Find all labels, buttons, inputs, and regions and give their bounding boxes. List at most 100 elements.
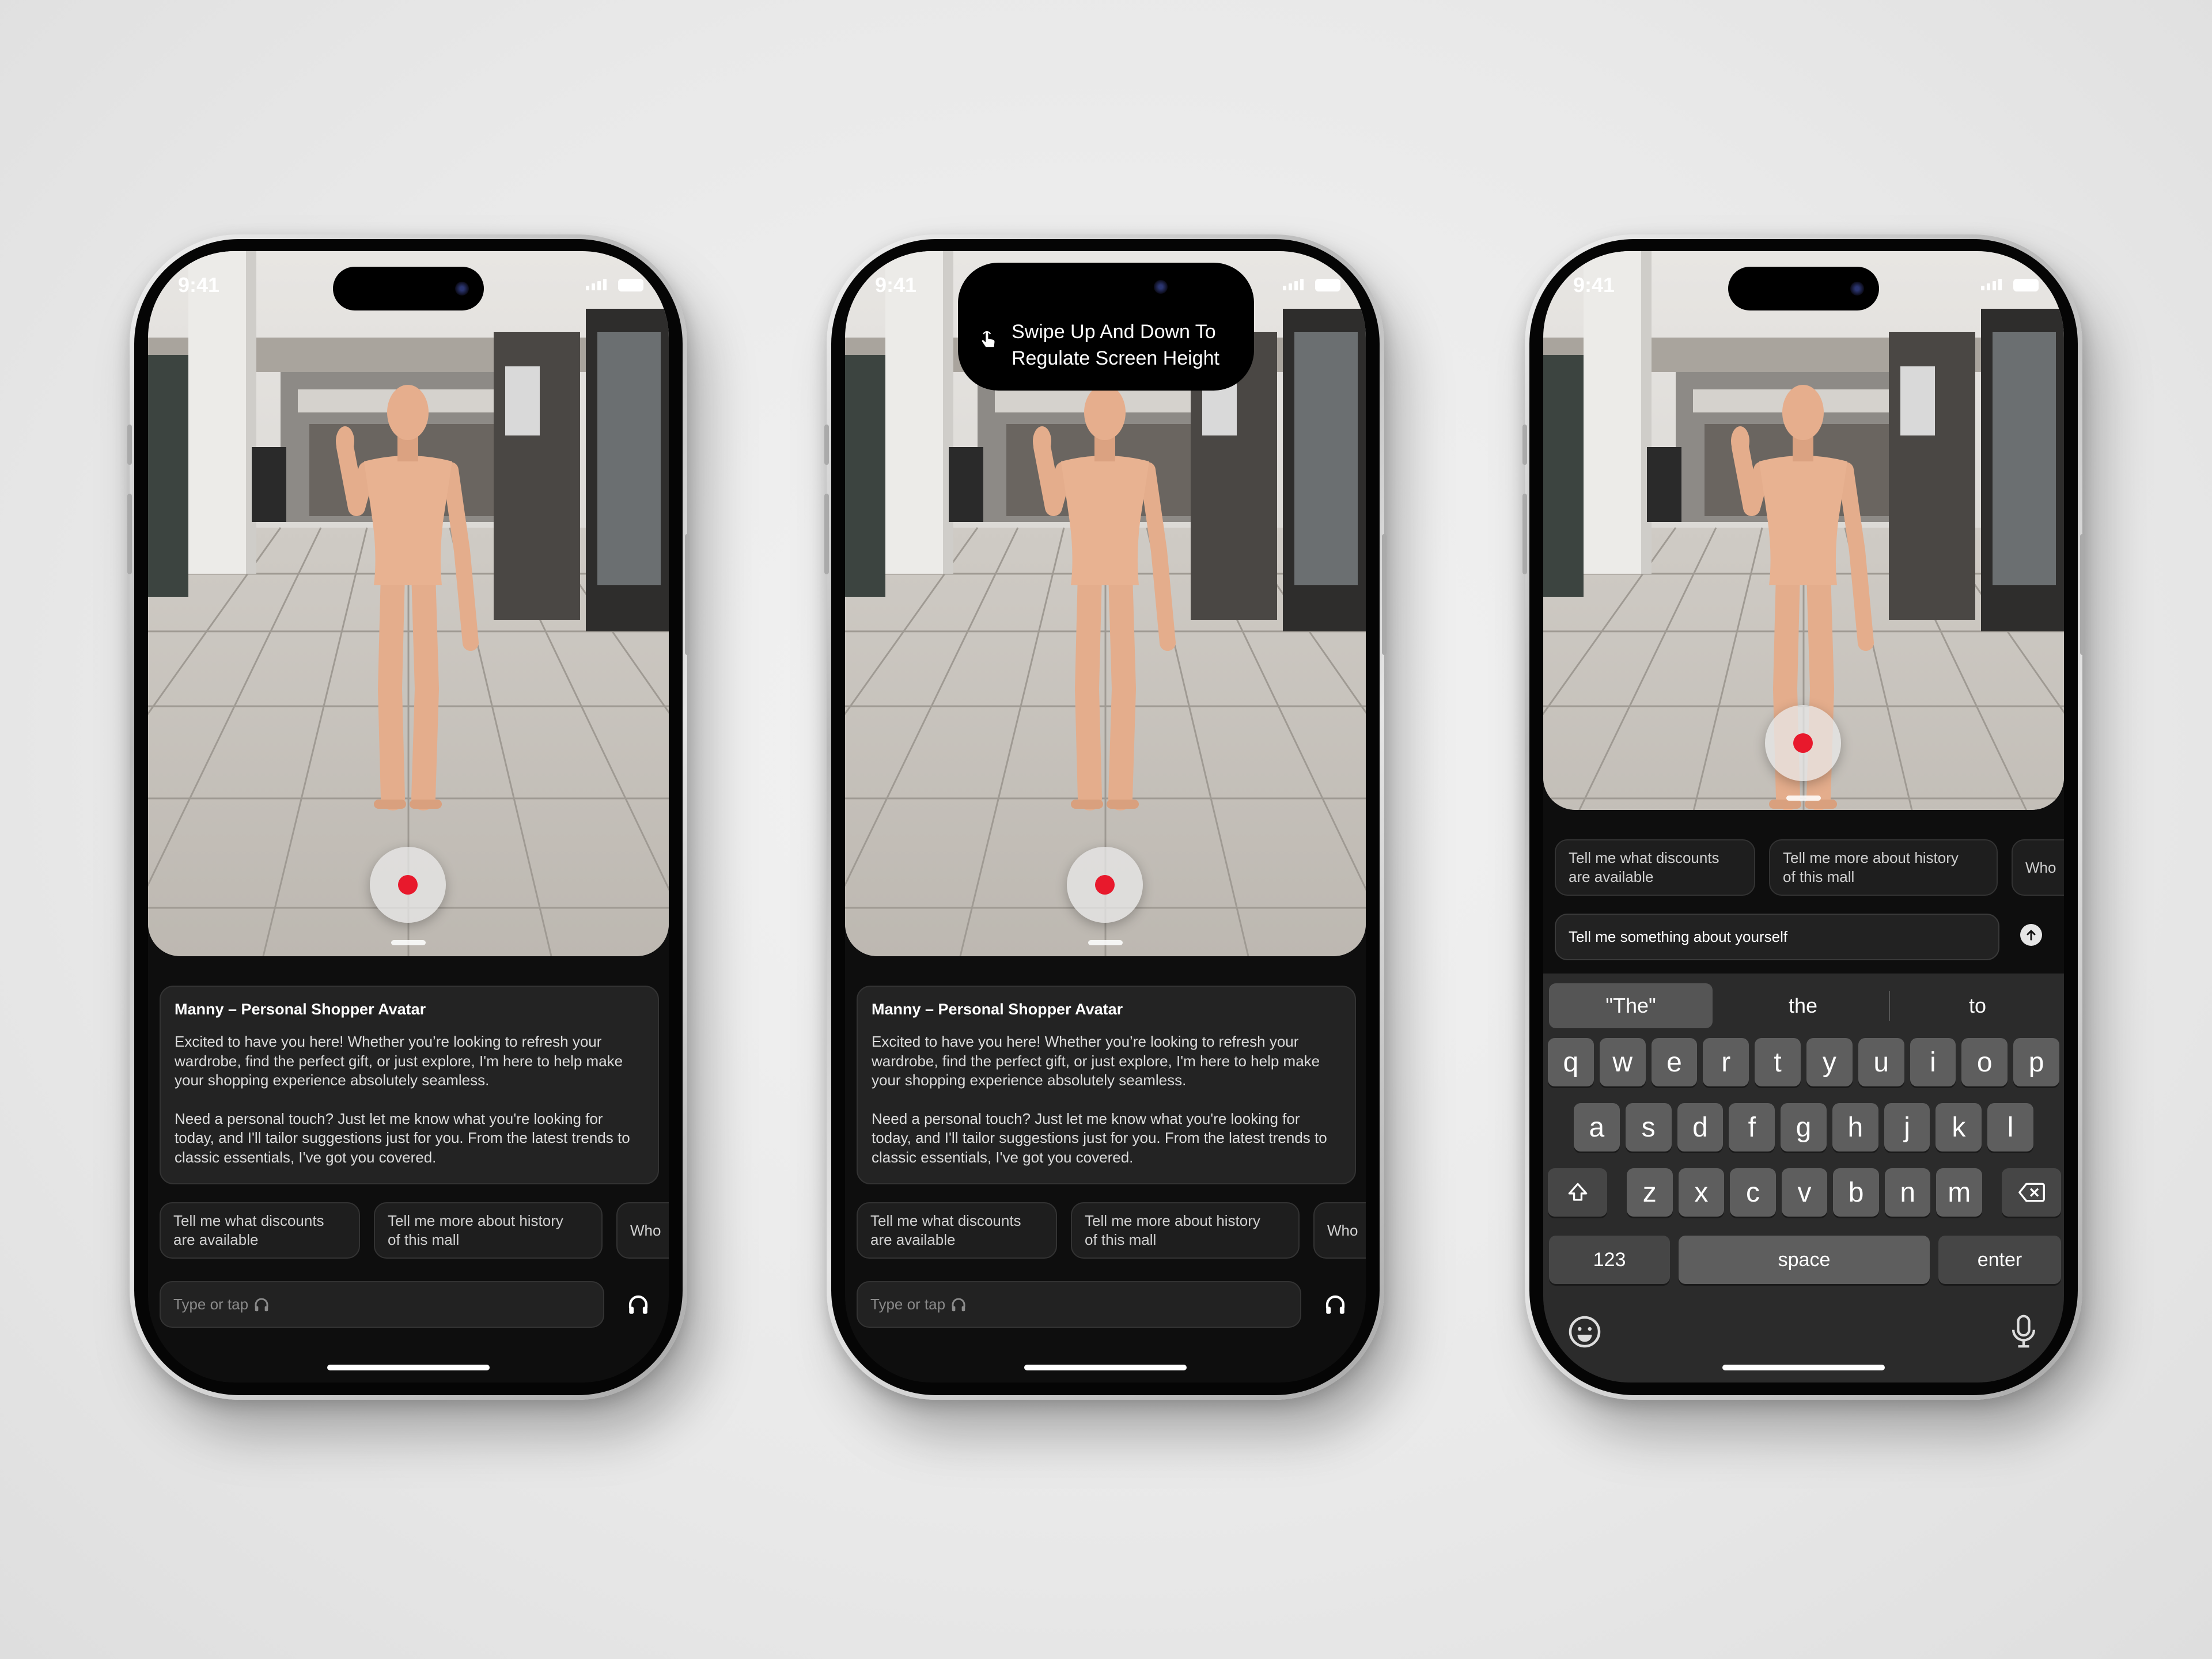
status-time: 9:41: [875, 273, 917, 297]
message-input[interactable]: Type or tap: [857, 1281, 1301, 1328]
avatar-intro-card: Manny – Personal Shopper Avatar Excited …: [857, 986, 1356, 1184]
key-h[interactable]: h: [1832, 1103, 1878, 1152]
key-z[interactable]: z: [1627, 1168, 1673, 1217]
suggestion-quoted[interactable]: "The": [1549, 983, 1713, 1028]
key-s[interactable]: s: [1625, 1103, 1672, 1152]
key-b[interactable]: b: [1833, 1168, 1879, 1217]
card-paragraph: Need a personal touch? Just let me know …: [872, 1109, 1327, 1166]
suggestion-chip[interactable]: Who: [1313, 1202, 1366, 1259]
status-time: 9:41: [1573, 273, 1615, 297]
record-dot-icon: [398, 875, 418, 895]
suggestion-chip[interactable]: Tell me what discounts are available: [1555, 839, 1755, 896]
resize-handle[interactable]: [1786, 796, 1821, 801]
key-x[interactable]: x: [1678, 1168, 1725, 1217]
message-input[interactable]: Type or tap: [160, 1281, 604, 1328]
key-k[interactable]: k: [1936, 1103, 1982, 1152]
chip-label: Tell me what discounts are available: [870, 1212, 1021, 1248]
suggestion-divider: [1889, 991, 1890, 1021]
emoji-icon[interactable]: [1567, 1315, 1602, 1349]
key-e[interactable]: e: [1651, 1038, 1698, 1086]
app-screen: 9:41 Tell me what discounts are availabl…: [1543, 251, 2064, 1382]
key-v[interactable]: v: [1781, 1168, 1828, 1217]
microphone-icon[interactable]: [2007, 1313, 2040, 1349]
record-button[interactable]: [1765, 705, 1841, 781]
message-input[interactable]: Tell me something about yourself: [1555, 914, 1999, 960]
input-placeholder: Type or tap: [870, 1296, 946, 1313]
signal-icon: [1981, 279, 2002, 290]
record-dot-icon: [1095, 875, 1115, 895]
key-r[interactable]: r: [1703, 1038, 1749, 1086]
home-indicator: [1024, 1365, 1187, 1370]
key-q[interactable]: q: [1548, 1038, 1594, 1086]
key-l[interactable]: l: [1987, 1103, 2034, 1152]
avatar-intro-card: Manny – Personal Shopper Avatar Excited …: [160, 986, 659, 1184]
key-d[interactable]: d: [1677, 1103, 1724, 1152]
battery-icon: [1315, 279, 1340, 291]
record-button[interactable]: [1067, 847, 1143, 923]
headphones-icon[interactable]: [1323, 1293, 1347, 1317]
send-arrow-up-icon: [2027, 929, 2036, 941]
battery-icon: [618, 279, 643, 291]
phone-mockup: 9:41 Swipe Up And Down To Regulate Scree…: [824, 234, 1387, 1400]
suggestion-chip[interactable]: Tell me what discounts are available: [857, 1202, 1057, 1259]
backspace-icon: [2018, 1183, 2045, 1202]
keyboard: "The" the to qwertyuiop asdfghjkl zxcvbn…: [1543, 974, 2064, 1382]
key-j[interactable]: j: [1884, 1103, 1930, 1152]
key-n[interactable]: n: [1884, 1168, 1931, 1217]
chip-label: Tell me what discounts are available: [173, 1212, 324, 1248]
chip-label: Who: [630, 1221, 661, 1239]
key-a[interactable]: a: [1574, 1103, 1620, 1152]
home-indicator: [327, 1365, 490, 1370]
input-value: Tell me something about yourself: [1569, 928, 1788, 945]
send-button[interactable]: [2020, 924, 2042, 946]
suggestion-chip[interactable]: Tell me more about history of this mall: [1769, 839, 1998, 896]
signal-icon: [1283, 279, 1304, 290]
shift-icon: [1568, 1183, 1587, 1201]
card-title: Manny – Personal Shopper Avatar: [175, 1001, 426, 1018]
card-title: Manny – Personal Shopper Avatar: [872, 1001, 1123, 1018]
numbers-key[interactable]: 123: [1549, 1236, 1670, 1284]
phone-mockup: 9:41 Manny – Personal Shopper Avatar Exc…: [127, 234, 690, 1400]
suggestion-chip[interactable]: Tell me more about history of this mall: [1071, 1202, 1300, 1259]
card-paragraph: Excited to have you here! Whether you’re…: [175, 1033, 623, 1089]
key-m[interactable]: m: [1936, 1168, 1983, 1217]
app-screen: 9:41 Swipe Up And Down To Regulate Scree…: [845, 251, 1366, 1382]
tooltip-line-2: Regulate Screen Height: [1012, 347, 1220, 369]
status-time: 9:41: [178, 273, 220, 297]
space-key[interactable]: space: [1679, 1236, 1930, 1284]
key-t[interactable]: t: [1755, 1038, 1801, 1086]
suggestion-word[interactable]: the: [1719, 983, 1887, 1028]
backspace-key[interactable]: [2002, 1168, 2061, 1217]
suggestion-chip[interactable]: Tell me what discounts are available: [160, 1202, 360, 1259]
record-button[interactable]: [370, 847, 446, 923]
chip-label: Who: [1327, 1221, 1358, 1239]
card-paragraph: Need a personal touch? Just let me know …: [175, 1109, 630, 1166]
card-paragraph: Excited to have you here! Whether you’re…: [872, 1033, 1320, 1089]
battery-icon: [2013, 279, 2039, 291]
enter-key[interactable]: enter: [1938, 1236, 2061, 1284]
suggestion-chip[interactable]: Who: [616, 1202, 669, 1259]
key-f[interactable]: f: [1729, 1103, 1775, 1152]
key-w[interactable]: w: [1599, 1038, 1646, 1086]
headphones-icon[interactable]: [626, 1293, 650, 1317]
key-o[interactable]: o: [1961, 1038, 2008, 1086]
chip-label: Tell me what discounts are available: [1569, 849, 1719, 885]
suggestion-word[interactable]: to: [1892, 983, 2063, 1028]
resize-handle[interactable]: [1088, 940, 1123, 945]
chip-label: Tell me more about history of this mall: [1783, 849, 1959, 885]
suggestion-chip[interactable]: Who: [2012, 839, 2064, 896]
key-c[interactable]: c: [1730, 1168, 1776, 1217]
suggestion-chip[interactable]: Tell me more about history of this mall: [374, 1202, 603, 1259]
key-y[interactable]: y: [1806, 1038, 1853, 1086]
key-p[interactable]: p: [2013, 1038, 2059, 1086]
chip-label: Tell me more about history of this mall: [388, 1212, 563, 1248]
chip-label: Who: [2025, 858, 2056, 876]
dynamic-island: [1728, 267, 1879, 310]
home-indicator: [1722, 1365, 1885, 1370]
shift-key[interactable]: [1548, 1168, 1607, 1217]
input-placeholder: Type or tap: [173, 1296, 249, 1313]
key-i[interactable]: i: [1910, 1038, 1956, 1086]
resize-handle[interactable]: [391, 940, 426, 945]
key-u[interactable]: u: [1858, 1038, 1904, 1086]
key-g[interactable]: g: [1781, 1103, 1827, 1152]
